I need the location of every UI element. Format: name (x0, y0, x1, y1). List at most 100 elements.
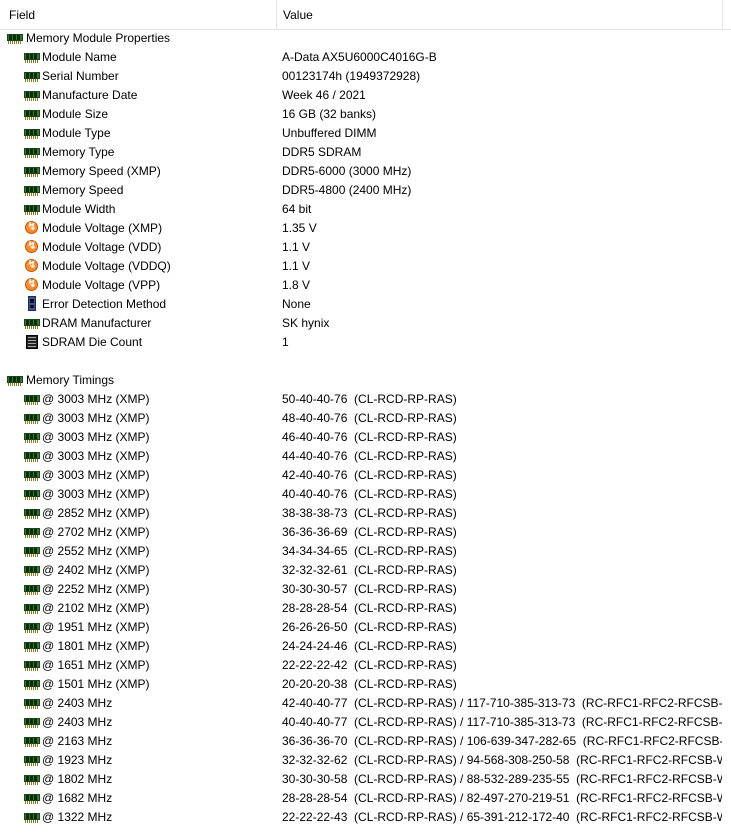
property-row[interactable]: SDRAM Die Count 1 (0, 333, 731, 352)
memory-module-icon (24, 431, 40, 444)
field-label: @ 2552 MHz (XMP) (42, 544, 150, 558)
memory-module-icon (24, 621, 40, 634)
value-label: SK hynix (282, 316, 330, 330)
memory-module-icon (7, 374, 23, 387)
value-label: 36-36-36-69 (CL-RCD-RP-RAS) (282, 525, 457, 539)
value-label: DDR5-6000 (3000 MHz) (282, 164, 412, 178)
field-label: @ 1802 MHz (42, 772, 113, 786)
property-row[interactable]: @ 3003 MHz (XMP) 44-40-40-76 (CL-RCD-RP-R… (0, 447, 731, 466)
memory-module-icon (24, 659, 40, 672)
value-label: 1.8 V (282, 278, 311, 292)
memory-module-icon (24, 70, 40, 83)
group-label: Memory Timings (26, 373, 115, 387)
value-label: 26-26-26-50 (CL-RCD-RP-RAS) (282, 620, 457, 634)
field-label: @ 2102 MHz (XMP) (42, 601, 150, 615)
property-row[interactable]: @ 2252 MHz (XMP) 30-30-30-57 (CL-RCD-RP-R… (0, 580, 731, 599)
field-label: Memory Speed (42, 183, 124, 197)
field-label: Module Name (42, 50, 117, 64)
property-row[interactable]: @ 2403 MHz 42-40-40-77 (CL-RCD-RP-RAS) / … (0, 694, 731, 713)
memory-module-icon (24, 640, 40, 653)
property-row[interactable]: @ 3003 MHz (XMP) 46-40-40-76 (CL-RCD-RP-R… (0, 428, 731, 447)
property-row[interactable]: Module Name A-Data AX5U6000C4016G-B (0, 48, 731, 67)
property-row[interactable]: @ 3003 MHz (XMP) 42-40-40-76 (CL-RCD-RP-R… (0, 466, 731, 485)
memory-module-icon (24, 108, 40, 121)
field-label: @ 1322 MHz (42, 810, 113, 824)
property-row[interactable]: @ 2552 MHz (XMP) 34-34-34-65 (CL-RCD-RP-R… (0, 542, 731, 561)
property-list[interactable]: Memory Module Properties Module Name A-Dat… (0, 29, 731, 827)
field-label: @ 1801 MHz (XMP) (42, 639, 150, 653)
field-label: @ 2403 MHz (42, 696, 113, 710)
property-row[interactable]: @ 1322 MHz 22-22-22-43 (CL-RCD-RP-RAS) / … (0, 808, 731, 827)
property-row[interactable]: Module Size 16 GB (32 banks) (0, 105, 731, 124)
property-row[interactable]: Error Detection Method None (0, 295, 731, 314)
field-label: Serial Number (42, 69, 119, 83)
memory-module-icon (24, 678, 40, 691)
memory-module-icon (24, 526, 40, 539)
property-row[interactable]: ↯ Module Voltage (XMP) 1.35 V (0, 219, 731, 238)
value-label: 50-40-40-76 (CL-RCD-RP-RAS) (282, 392, 457, 406)
field-label: Memory Speed (XMP) (42, 164, 161, 178)
property-row[interactable]: @ 1801 MHz (XMP) 24-24-24-46 (CL-RCD-RP-R… (0, 637, 731, 656)
property-row[interactable]: ↯ Module Voltage (VDDQ) 1.1 V (0, 257, 731, 276)
field-label: @ 1951 MHz (XMP) (42, 620, 150, 634)
property-row[interactable]: @ 1682 MHz 28-28-28-54 (CL-RCD-RP-RAS) / … (0, 789, 731, 808)
blank-row (0, 352, 731, 371)
value-label: 42-40-40-76 (CL-RCD-RP-RAS) (282, 468, 457, 482)
value-label: 44-40-40-76 (CL-RCD-RP-RAS) (282, 449, 457, 463)
property-row[interactable]: @ 2702 MHz (XMP) 36-36-36-69 (CL-RCD-RP-R… (0, 523, 731, 542)
property-row[interactable]: @ 1923 MHz 32-32-32-62 (CL-RCD-RP-RAS) / … (0, 751, 731, 770)
property-row[interactable]: @ 1802 MHz 30-30-30-58 (CL-RCD-RP-RAS) / … (0, 770, 731, 789)
memory-module-icon (24, 754, 40, 767)
memory-module-icon (24, 393, 40, 406)
field-label: Module Size (42, 107, 109, 121)
value-label: 22-22-22-42 (CL-RCD-RP-RAS) (282, 658, 457, 672)
property-row[interactable]: Module Type Unbuffered DIMM (0, 124, 731, 143)
column-header-value[interactable]: Value (276, 0, 724, 30)
property-row[interactable]: ↯ Module Voltage (VPP) 1.8 V (0, 276, 731, 295)
group-label: Memory Module Properties (26, 31, 171, 45)
value-label: 00123174h (1949372928) (282, 69, 421, 83)
property-row[interactable]: Serial Number 00123174h (1949372928) (0, 67, 731, 86)
value-label: 16 GB (32 banks) (282, 107, 377, 121)
property-row[interactable]: @ 3003 MHz (XMP) 50-40-40-76 (CL-RCD-RP-R… (0, 390, 731, 409)
property-row[interactable]: @ 2402 MHz (XMP) 32-32-32-61 (CL-RCD-RP-R… (0, 561, 731, 580)
column-header-filler (722, 0, 731, 30)
memory-module-icon (24, 127, 40, 140)
property-row[interactable]: @ 2403 MHz 40-40-40-77 (CL-RCD-RP-RAS) / … (0, 713, 731, 732)
property-row[interactable]: @ 2163 MHz 36-36-36-70 (CL-RCD-RP-RAS) / … (0, 732, 731, 751)
property-row[interactable]: Module Width 64 bit (0, 200, 731, 219)
property-row[interactable]: @ 1951 MHz (XMP) 26-26-26-50 (CL-RCD-RP-R… (0, 618, 731, 637)
property-row[interactable]: Memory Type DDR5 SDRAM (0, 143, 731, 162)
property-row[interactable]: ↯ Module Voltage (VDD) 1.1 V (0, 238, 731, 257)
field-label: @ 3003 MHz (XMP) (42, 468, 150, 482)
value-label: 28-28-28-54 (CL-RCD-RP-RAS) (282, 601, 457, 615)
property-row[interactable]: Manufacture Date Week 46 / 2021 (0, 86, 731, 105)
memory-module-icon (24, 602, 40, 615)
memory-module-icon (24, 469, 40, 482)
value-label: 30-30-30-58 (CL-RCD-RP-RAS) / 88-532-289… (282, 772, 731, 786)
property-row[interactable]: Memory Speed (XMP) DDR5-6000 (3000 MHz) (0, 162, 731, 181)
error-detection-icon (24, 296, 40, 311)
property-row[interactable]: DRAM Manufacturer SK hynix (0, 314, 731, 333)
value-label: DDR5 SDRAM (282, 145, 362, 159)
field-label: @ 3003 MHz (XMP) (42, 411, 150, 425)
memory-module-icon (24, 716, 40, 729)
property-row[interactable]: @ 2852 MHz (XMP) 38-38-38-73 (CL-RCD-RP-R… (0, 504, 731, 523)
column-header-field[interactable]: Field (0, 0, 276, 30)
group-row[interactable]: Memory Module Properties (0, 29, 731, 48)
property-row[interactable]: Memory Speed DDR5-4800 (2400 MHz) (0, 181, 731, 200)
property-row[interactable]: @ 1501 MHz (XMP) 20-20-20-38 (CL-RCD-RP-R… (0, 675, 731, 694)
property-row[interactable]: @ 2102 MHz (XMP) 28-28-28-54 (CL-RCD-RP-R… (0, 599, 731, 618)
property-row[interactable]: @ 3003 MHz (XMP) 48-40-40-76 (CL-RCD-RP-R… (0, 409, 731, 428)
memory-module-icon (24, 697, 40, 710)
property-row[interactable]: @ 3003 MHz (XMP) 40-40-40-76 (CL-RCD-RP-R… (0, 485, 731, 504)
value-label: 1 (282, 335, 289, 349)
field-label: @ 1923 MHz (42, 753, 113, 767)
memory-module-icon (24, 203, 40, 216)
value-label: 30-30-30-57 (CL-RCD-RP-RAS) (282, 582, 457, 596)
group-row[interactable]: Memory Timings (0, 371, 731, 390)
field-label: Module Type (42, 126, 111, 140)
memory-module-icon (24, 317, 40, 330)
value-label: 64 bit (282, 202, 312, 216)
property-row[interactable]: @ 1651 MHz (XMP) 22-22-22-42 (CL-RCD-RP-R… (0, 656, 731, 675)
